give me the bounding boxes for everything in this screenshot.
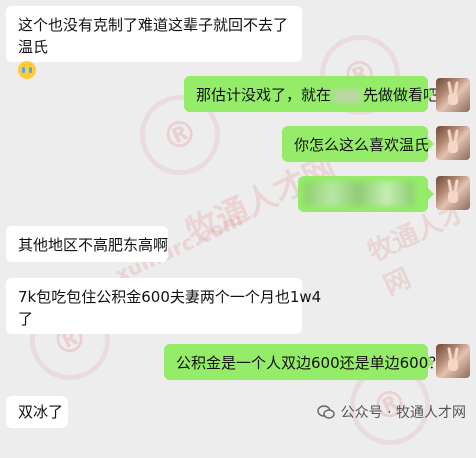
outgoing-message[interactable]: 公积金是一个人双边600还是单边600？: [164, 344, 443, 380]
message-text: 你怎么这么喜欢温氏: [294, 136, 430, 154]
message-text-part: 先做做看吧: [363, 86, 439, 104]
message-text: 其他地区不高肥东高啊: [18, 236, 169, 254]
wechat-icon: [316, 405, 335, 419]
peace-hand-icon: [447, 179, 459, 203]
message-text: 双冰了: [18, 403, 64, 421]
incoming-message[interactable]: 7k包吃包住公积金600夫妻两个一个月也1w4 了: [6, 278, 321, 334]
wechat-account-footer: 公众号 · 牧通人才网: [316, 402, 466, 422]
peace-hand-icon: [447, 347, 459, 371]
message-text: 公积金是一个人双边600还是单边600？: [176, 354, 444, 372]
chat-window: 牧通人才网 牧通人才网 xumurc.com ® ® ® ® 这个也没有克制了难…: [0, 0, 476, 458]
redacted-text: [304, 182, 414, 206]
message-text-line: 7k包吃包住公积金600夫妻两个一个月也1w4: [18, 288, 322, 306]
watermark-logo: ®: [306, 21, 414, 129]
user-avatar[interactable]: [436, 78, 470, 112]
incoming-message[interactable]: 这个也没有克制了难道这辈子就回不去了温氏: [6, 6, 302, 79]
footer-text: 公众号 · 牧通人才网: [340, 405, 466, 421]
outgoing-message-redacted[interactable]: [298, 176, 434, 212]
outgoing-message[interactable]: 你怎么这么喜欢温氏: [282, 126, 434, 162]
redacted-text: [333, 88, 362, 103]
message-text-part: 那估计没戏了，就在: [196, 86, 332, 104]
user-avatar[interactable]: [436, 344, 470, 378]
message-text-line: 了: [18, 310, 34, 328]
outgoing-message[interactable]: 那估计没戏了，就在 先做做看吧: [184, 76, 438, 112]
peace-hand-icon: [447, 129, 459, 153]
message-text: 这个也没有克制了难道这辈子就回不去了温氏: [18, 16, 289, 56]
crying-emoji-icon: [18, 60, 36, 79]
incoming-message[interactable]: 其他地区不高肥东高啊: [6, 226, 168, 262]
incoming-message[interactable]: 双冰了: [6, 396, 68, 428]
peace-hand-icon: [447, 81, 459, 105]
user-avatar[interactable]: [436, 176, 470, 210]
user-avatar[interactable]: [436, 126, 470, 160]
